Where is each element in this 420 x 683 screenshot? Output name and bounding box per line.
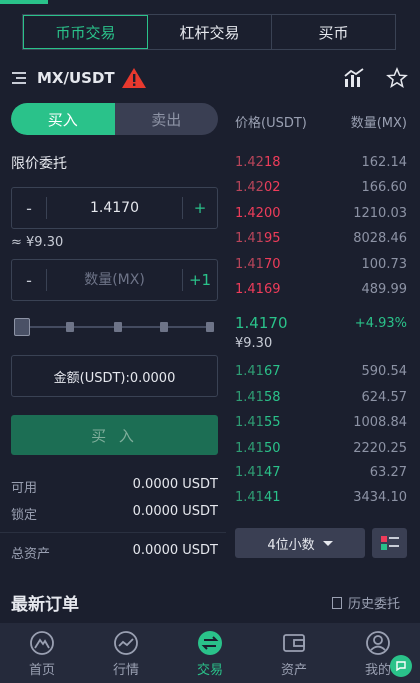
available-value: 0.0000 USDT [132,477,218,492]
amount-field[interactable]: 金额(USDT):0.0000 [11,355,218,397]
last-price: 1.4170 [235,314,288,332]
top-accent-bar [0,0,48,4]
amount-slider[interactable] [14,318,214,336]
trading-screen: 币币交易 杠杆交易 买币 MX/USDT 买入 卖出 限价委托 - 1.4170… [0,0,420,683]
bid-row[interactable]: 1.4155 1008.84 [235,415,407,430]
orderbook-qty-header: 数量(MX) [350,116,407,131]
qty-increase-button[interactable]: +1 [183,271,217,289]
warning-icon[interactable] [121,67,147,89]
price-input[interactable]: 1.4170 [46,197,183,219]
trade-mode-tabs: 币币交易 杠杆交易 买币 [22,14,396,50]
ask-row[interactable]: 1.4200 1210.03 [235,206,407,221]
total-assets-row: 总资产 0.0000 USDT [11,543,218,562]
ask-row[interactable]: 1.4170 100.73 [235,257,407,272]
nav-trade-label: 交易 [196,663,223,678]
ask-row[interactable]: 1.4195 8028.46 [235,231,407,246]
buy-button[interactable]: 买 入 [11,415,218,455]
bid-row[interactable]: 1.4150 2220.25 [235,441,407,456]
ask-row[interactable]: 1.4202 166.60 [235,180,407,195]
nav-home[interactable]: 首页 [0,623,84,683]
wallet-icon [283,634,305,652]
bottom-navigation: 首页 行情 交易 资产 我的 [0,623,420,683]
available-label: 可用 [11,481,38,496]
slider-step-75[interactable] [160,322,168,332]
total-assets-label: 总资产 [11,547,51,562]
buy-sell-toggle: 买入 卖出 [11,103,218,135]
pair-name[interactable]: MX/USDT [37,69,115,87]
order-type-select[interactable]: 限价委托 [11,153,67,173]
bid-row[interactable]: 1.4147 63.27 [235,465,407,480]
tab-buy-crypto[interactable]: 买币 [272,15,395,49]
price-change-percent: +4.93% [354,316,407,331]
favorite-star-icon[interactable] [386,67,408,89]
depth-layout-icon [380,536,399,550]
caret-down-icon [322,540,333,546]
order-history-link[interactable]: 历史委托 [332,593,400,612]
slider-step-25[interactable] [66,322,74,332]
nav-assets-label: 资产 [280,663,307,678]
tab-spot[interactable]: 币币交易 [23,15,148,49]
sell-tab[interactable]: 卖出 [115,103,219,135]
orderbook-price-header: 价格(USDT) [235,116,307,131]
kline-chart-icon[interactable] [343,67,365,89]
total-assets-value: 0.0000 USDT [132,543,218,558]
nav-home-label: 首页 [28,663,55,678]
last-price-cny: ¥9.30 [235,336,273,351]
orderbook-header: 价格(USDT) 数量(MX) [235,112,407,131]
quantity-input[interactable]: 数量(MX) [46,269,183,291]
slider-step-50[interactable] [114,322,122,332]
pair-bar: MX/USDT [0,64,420,92]
market-icon [114,631,138,655]
nav-profile-label: 我的 [364,663,391,678]
slider-step-100[interactable] [206,322,214,332]
locked-label: 锁定 [11,508,38,523]
depth-mode-button[interactable] [372,528,407,558]
chat-icon [396,661,406,672]
menu-icon[interactable] [12,72,26,84]
balance-divider [0,532,226,533]
price-stepper: - 1.4170 + [11,187,218,229]
ask-row[interactable]: 1.4218 162.14 [235,155,407,170]
available-balance-row: 可用 0.0000 USDT [11,477,218,496]
buy-tab[interactable]: 买入 [11,103,115,135]
nav-trade[interactable]: 交易 [168,623,252,683]
ask-row[interactable]: 1.4169 489.99 [235,282,407,297]
bid-row[interactable]: 1.4158 624.57 [235,390,407,405]
order-history-label: 历史委托 [348,597,401,612]
nav-assets[interactable]: 资产 [252,623,336,683]
document-icon [332,596,342,609]
nav-market-label: 行情 [112,663,139,678]
chat-support-button[interactable] [390,655,412,677]
locked-value: 0.0000 USDT [132,504,218,519]
decimal-precision-label: 4位小数 [267,537,315,553]
locked-balance-row: 锁定 0.0000 USDT [11,504,218,523]
quantity-stepper: - 数量(MX) +1 [11,259,218,301]
latest-orders-title: 最新订单 [11,595,79,615]
slider-handle[interactable] [14,318,30,336]
tab-margin[interactable]: 杠杆交易 [148,15,272,49]
price-decrease-button[interactable]: - [12,199,46,218]
qty-decrease-button[interactable]: - [12,271,46,290]
price-increase-button[interactable]: + [183,199,217,217]
home-icon [30,631,54,655]
nav-market[interactable]: 行情 [84,623,168,683]
trade-icon [198,631,222,655]
user-icon [366,631,390,655]
bid-row[interactable]: 1.4167 590.54 [235,364,407,379]
price-cny-estimate: ≈ ¥9.30 [11,235,64,250]
decimal-precision-select[interactable]: 4位小数 [235,528,365,558]
bid-row[interactable]: 1.4141 3434.10 [235,490,407,505]
